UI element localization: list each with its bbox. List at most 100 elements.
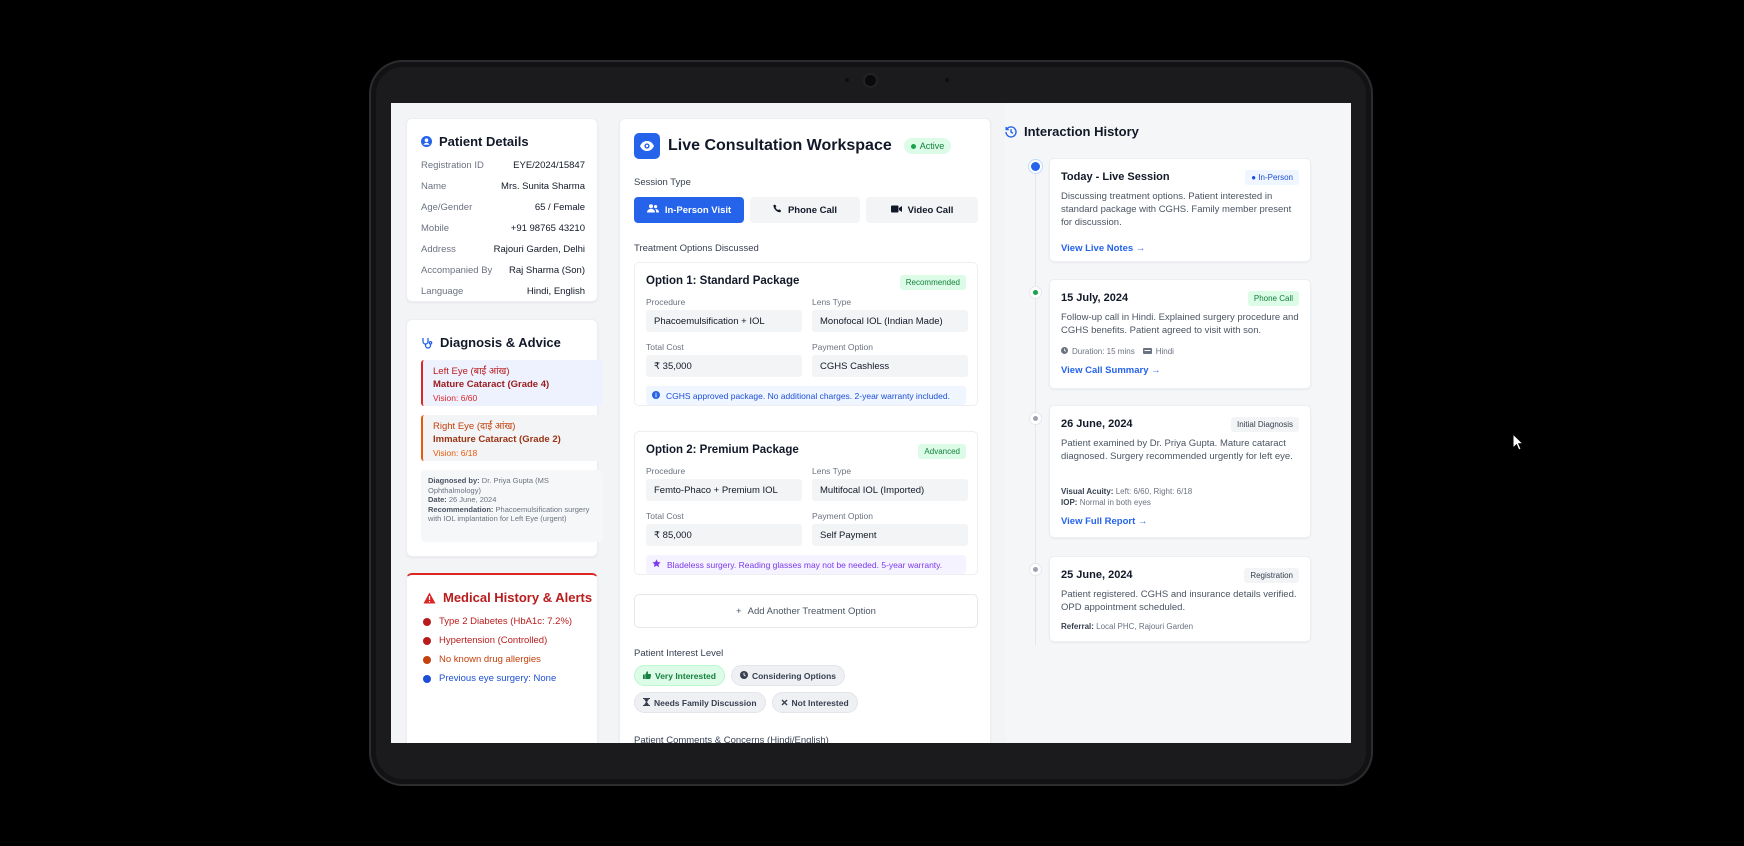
procedure-field[interactable]: Phacoemulsification + IOL — [646, 310, 802, 332]
session-phone-button[interactable]: Phone Call — [750, 197, 860, 223]
in-person-badge: ● In-Person — [1245, 170, 1299, 185]
left-eye-condition: Mature Cataract (Grade 4) — [433, 379, 550, 390]
recommended-badge: Recommended — [899, 275, 966, 290]
total-cost-field[interactable]: ₹ 85,000 — [646, 524, 802, 546]
alert-dot-icon — [423, 617, 431, 626]
clock-icon — [1061, 346, 1068, 357]
timeline-marker — [1028, 159, 1043, 174]
plus-icon: + — [736, 605, 742, 617]
history-icon — [1005, 125, 1017, 138]
patient-details-heading: Patient Details — [421, 134, 529, 149]
medical-history-card: Medical History & Alerts Type 2 Diabetes… — [406, 573, 598, 743]
star-icon — [652, 559, 661, 570]
payment-option-field[interactable]: CGHS Cashless — [812, 355, 968, 377]
session-video-button[interactable]: Video Call — [866, 197, 978, 223]
alert-dot-icon — [423, 655, 431, 664]
patient-details-list: Registration ID EYE/2024/15847 Name Mrs. S… — [421, 155, 585, 302]
visual-acuity-meta: Visual Acuity: Left: 6/60, Right: 6/18 — [1061, 487, 1193, 496]
patient-row: Age/Gender 65 / Female — [421, 202, 585, 213]
iop-meta: IOP: Normal in both eyes — [1061, 498, 1151, 507]
right-eye-diagnosis: Right Eye (दाईं आंख) Immature Cataract (… — [421, 415, 603, 461]
view-call-summary-link[interactable]: View Call Summary → — [1061, 365, 1161, 376]
diagnosis-card: Diagnosis & Advice Left Eye (बाईं आंख) M… — [406, 319, 603, 557]
left-eye-diagnosis: Left Eye (बाईं आंख) Mature Cataract (Gra… — [421, 360, 603, 406]
option-note: Bladeless surgery. Reading glasses may n… — [646, 555, 966, 574]
treatment-option-standard: Option 1: Standard Package Recommended P… — [634, 262, 978, 406]
interest-family-discussion[interactable]: Needs Family Discussion — [634, 692, 766, 713]
timeline-marker — [1029, 412, 1042, 425]
patient-details-title: Patient Details — [439, 134, 529, 149]
phone-icon — [773, 204, 782, 216]
patient-row: Mobile +91 98765 43210 — [421, 223, 585, 234]
status-badge: Active — [903, 138, 952, 154]
patient-details-card: Patient Details Registration ID EYE/2024/… — [406, 118, 598, 302]
call-meta: Duration: 15 mins Hindi — [1061, 346, 1174, 357]
timeline-entry-live-session: Today - Live Session ● In-Person Discuss… — [1049, 158, 1311, 262]
interaction-history-panel: Interaction History Today - Live Session… — [1005, 103, 1351, 743]
timeline-entry-registration: 25 June, 2024 Registration Patient regis… — [1049, 556, 1311, 642]
interaction-history-title: Interaction History — [1024, 124, 1139, 139]
option-title: Option 2: Premium Package — [646, 444, 799, 456]
payment-option-field[interactable]: Self Payment — [812, 524, 968, 546]
registration-badge: Registration — [1244, 568, 1299, 583]
consultation-workspace: Live Consultation Workspace Active Sessi… — [619, 118, 991, 743]
interest-very-interested[interactable]: Very Interested — [634, 665, 725, 686]
session-type-label: Session Type — [634, 177, 691, 188]
camera-lens — [865, 75, 876, 86]
treatment-options-label: Treatment Options Discussed — [634, 243, 759, 254]
view-live-notes-link[interactable]: View Live Notes → — [1061, 243, 1145, 254]
user-circle-icon — [421, 136, 432, 147]
treatment-option-premium: Option 2: Premium Package Advanced Proce… — [634, 431, 978, 575]
timeline-marker — [1029, 563, 1042, 576]
left-eye-vision: Vision: 6/60 — [433, 393, 478, 403]
mouse-cursor-icon — [1512, 432, 1525, 456]
workspace-header: Live Consultation Workspace Active — [634, 133, 952, 159]
tablet-frame: Patient Details Registration ID EYE/2024/… — [369, 60, 1373, 786]
timeline-marker — [1029, 286, 1042, 299]
users-icon — [646, 204, 659, 216]
history-item: Type 2 Diabetes (HbA1c: 7.2%) — [423, 612, 593, 631]
phone-call-badge: Phone Call — [1247, 291, 1299, 306]
referral-meta: Referral: Local PHC, Rajouri Garden — [1061, 622, 1194, 631]
right-eye-label: Right Eye (दाईं आंख) — [433, 421, 516, 432]
info-dot-icon — [423, 674, 431, 683]
interest-considering[interactable]: Considering Options — [730, 665, 846, 686]
history-item: No known drug allergies — [423, 650, 593, 669]
diagnosis-title: Diagnosis & Advice — [440, 335, 561, 350]
left-eye-label: Left Eye (बाईं आंख) — [433, 366, 510, 377]
view-full-report-link[interactable]: View Full Report → — [1061, 516, 1147, 527]
procedure-field[interactable]: Femto-Phaco + Premium IOL — [646, 479, 802, 501]
patient-row: Registration ID EYE/2024/15847 — [421, 160, 585, 171]
interest-not-interested[interactable]: Not Interested — [771, 692, 858, 713]
video-camera-icon — [890, 205, 902, 216]
interest-level-options: Very Interested Considering Options Need… — [634, 665, 978, 713]
advanced-badge: Advanced — [918, 444, 966, 459]
clock-icon — [739, 670, 748, 681]
patient-row: Address Rajouri Garden, Delhi — [421, 244, 585, 255]
interest-level-label: Patient Interest Level — [634, 648, 724, 659]
patient-comments-label: Patient Comments & Concerns (Hindi/Engli… — [634, 735, 829, 743]
info-icon — [652, 390, 660, 401]
timeline-entry-initial-diagnosis: 26 June, 2024 Initial Diagnosis Patient … — [1049, 405, 1311, 538]
option-title: Option 1: Standard Package — [646, 275, 800, 287]
app-screen: Patient Details Registration ID EYE/2024/… — [391, 103, 1351, 743]
total-cost-field[interactable]: ₹ 35,000 — [646, 355, 802, 377]
warning-triangle-icon — [423, 592, 436, 604]
lens-type-field[interactable]: Monofocal IOL (Indian Made) — [812, 310, 968, 332]
medical-history-list: Type 2 Diabetes (HbA1c: 7.2%) Hypertensi… — [423, 612, 593, 688]
language-icon — [1142, 346, 1152, 357]
right-eye-condition: Immature Cataract (Grade 2) — [433, 434, 561, 445]
option-note: CGHS approved package. No additional cha… — [646, 386, 966, 405]
lens-type-field[interactable]: Multifocal IOL (Imported) — [812, 479, 968, 501]
eye-icon — [634, 133, 660, 159]
stethoscope-icon — [421, 337, 433, 349]
alert-dot-icon — [423, 636, 431, 645]
history-item: Previous eye surgery: None — [423, 669, 593, 688]
x-icon — [781, 698, 788, 708]
patient-row: Language Hindi, English — [421, 286, 585, 297]
medical-history-title: Medical History & Alerts — [443, 590, 593, 605]
add-treatment-option-button[interactable]: + Add Another Treatment Option — [634, 594, 978, 628]
session-in-person-button[interactable]: In-Person Visit — [634, 197, 744, 223]
patient-row: Accompanied By Raj Sharma (Son) — [421, 265, 585, 276]
patient-row: Name Mrs. Sunita Sharma — [421, 181, 585, 192]
